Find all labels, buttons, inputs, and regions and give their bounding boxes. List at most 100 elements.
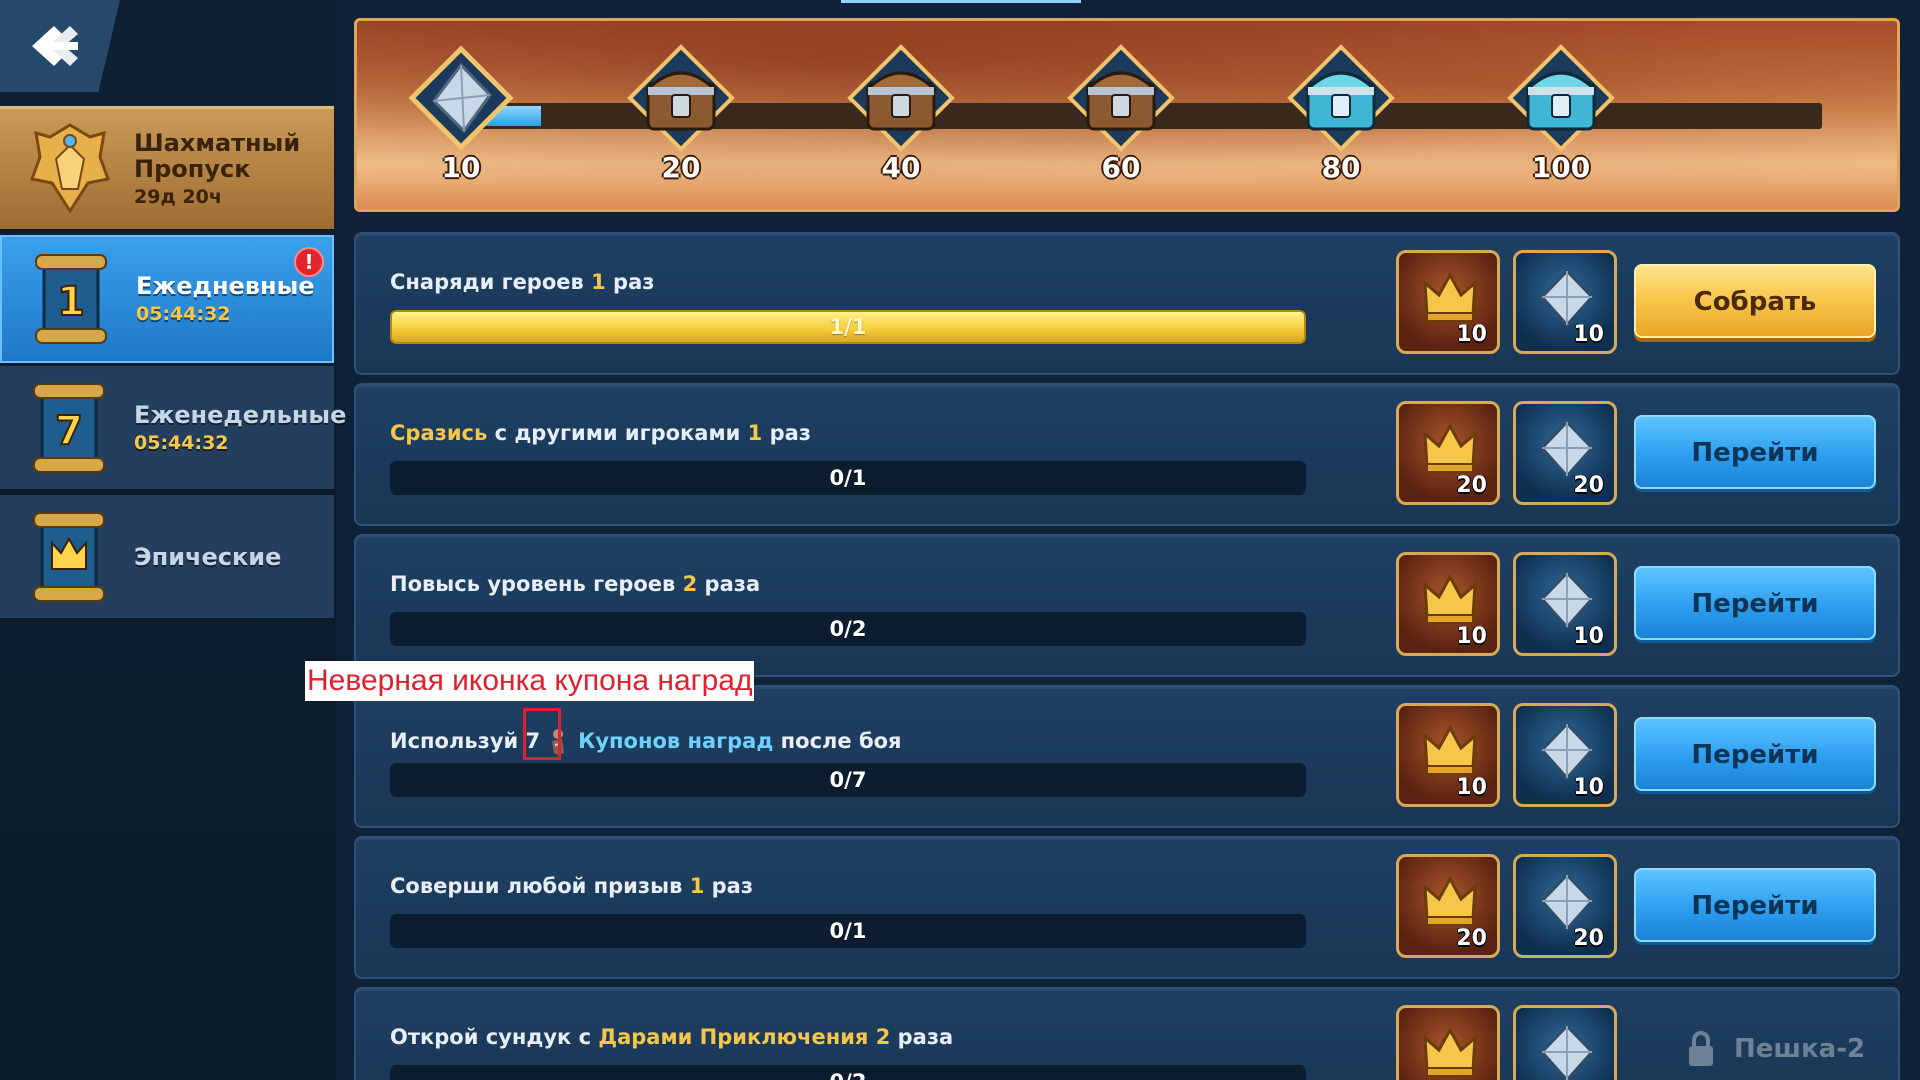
quest-progress-bar: 0/1 — [390, 914, 1306, 948]
go-button[interactable]: Перейти — [1634, 566, 1876, 640]
milestone[interactable]: 10 — [401, 43, 521, 209]
reward-amount: 10 — [1573, 624, 1604, 649]
blue-chest-icon — [1507, 44, 1615, 152]
reward-amount: 20 — [1573, 473, 1604, 498]
reward-crystal[interactable] — [1513, 1005, 1617, 1080]
quest-highlight: Сразись — [390, 421, 488, 445]
quest-description: Открой сундук с Дарами Приключения 2 раз… — [390, 1025, 953, 1049]
chest-icon — [1067, 44, 1175, 152]
reward-gold[interactable]: 10 — [1396, 250, 1500, 354]
quest-text: раза — [697, 572, 761, 596]
milestone[interactable]: 80 — [1281, 43, 1401, 209]
sidebar-item-title: Эпические — [134, 542, 282, 571]
reward-gold[interactable]: 10 — [1396, 703, 1500, 807]
sidebar-item-timer: 29д 20ч — [134, 186, 222, 208]
sidebar-item-daily[interactable]: 1 Ежедневные 05:44:32 ! — [0, 235, 334, 363]
milestone-level: 10 — [441, 151, 481, 184]
back-button[interactable] — [0, 0, 120, 92]
quest-progress-bar: 0/2 — [390, 1065, 1306, 1080]
milestone[interactable]: 20 — [621, 43, 741, 209]
sidebar-item-timer: 05:44:32 — [136, 303, 231, 325]
locked-label: Пешка-2 — [1734, 1034, 1866, 1064]
locked-requirement: Пешка-2 — [1686, 1029, 1865, 1069]
milestone[interactable]: 100 — [1501, 43, 1621, 209]
quest-text: Используй — [390, 729, 526, 753]
milestone-level: 20 — [661, 151, 701, 184]
back-arrow-icon — [32, 26, 78, 66]
quest-progress-text: 0/2 — [390, 1065, 1306, 1080]
quest-progress-text: 0/2 — [829, 617, 867, 641]
crown-token-icon — [1423, 1026, 1477, 1077]
annotation-highlight-box — [523, 708, 561, 760]
blue-chest-icon — [1287, 44, 1395, 152]
quest-text: раз — [762, 421, 811, 445]
svg-text:7: 7 — [55, 408, 83, 454]
quest-card: Используй 7 Купонов наград после боя 0/7… — [354, 685, 1900, 828]
reward-gold[interactable]: 20 — [1396, 854, 1500, 958]
sidebar-item-weekly[interactable]: 7 Еженедельные 05:44:32 — [0, 366, 346, 491]
sidebar-item-title: Пропуск — [134, 155, 251, 183]
quest-text: после боя — [773, 729, 902, 753]
quest-description: Повысь уровень героев 2 раза — [390, 572, 760, 596]
quest-text: Открой сундук с — [390, 1025, 599, 1049]
alert-badge: ! — [294, 247, 324, 277]
reward-amount: 10 — [1573, 775, 1604, 800]
reward-crystal[interactable]: 10 — [1513, 250, 1617, 354]
crystal-icon — [1539, 1023, 1595, 1080]
quest-description: Снаряди героев 1 раз — [390, 270, 654, 294]
daily-scroll-icon: 1 — [30, 249, 114, 349]
quest-card: Повысь уровень героев 2 раза 0/2 10 10 П… — [354, 534, 1900, 677]
weekly-scroll-icon: 7 — [28, 378, 112, 478]
reward-amount: 10 — [1456, 322, 1487, 347]
quest-progress-bar: 0/1 — [390, 461, 1306, 495]
milestone[interactable]: 40 — [841, 43, 961, 209]
quest-text: Снаряди героев — [390, 270, 592, 294]
reward-amount: 10 — [1573, 322, 1604, 347]
reward-gold[interactable]: 10 — [1396, 552, 1500, 656]
collect-button[interactable]: Собрать — [1634, 264, 1876, 338]
chest-icon — [847, 44, 955, 152]
quest-count: 1 — [591, 270, 606, 294]
sidebar-item-timer: 05:44:32 — [134, 431, 229, 454]
quest-highlight: Дарами Приключения — [598, 1025, 869, 1049]
quest-progress-bar: 0/2 — [390, 612, 1306, 646]
pass-progress-banner: 10 20 40 60 80 100 — [354, 18, 1900, 212]
reward-gold[interactable] — [1396, 1005, 1500, 1080]
reward-crystal[interactable]: 20 — [1513, 401, 1617, 505]
quest-count: 2 — [875, 1025, 891, 1049]
milestone[interactable]: 60 — [1061, 43, 1181, 209]
sidebar-item-title: Еженедельные — [134, 400, 347, 429]
reward-crystal[interactable]: 10 — [1513, 703, 1617, 807]
quest-progress-text: 0/7 — [829, 768, 867, 792]
quest-progress-bar: 0/7 — [390, 763, 1306, 797]
go-button[interactable]: Перейти — [1634, 415, 1876, 489]
reward-coupon-link[interactable]: Купонов наград — [578, 729, 773, 753]
reward-crystal[interactable]: 20 — [1513, 854, 1617, 958]
quest-text: с другими игроками — [487, 421, 748, 445]
sidebar-item-epic[interactable]: Эпические — [0, 495, 334, 620]
pass-emblem-icon — [28, 119, 112, 219]
quest-text: раза — [890, 1025, 954, 1049]
reward-amount: 10 — [1456, 775, 1487, 800]
quest-card: Снаряди героев 1 раз 1/1 10 10 Собрать — [354, 232, 1900, 375]
reward-amount: 20 — [1456, 473, 1487, 498]
go-button[interactable]: Перейти — [1634, 717, 1876, 791]
quest-text: раз — [605, 270, 655, 294]
sidebar-item-chess-pass[interactable]: Шахматный Пропуск 29д 20ч — [0, 106, 334, 231]
go-button[interactable]: Перейти — [1634, 868, 1876, 942]
quest-progress-text: 0/1 — [829, 919, 867, 943]
top-indicator — [841, 0, 1081, 3]
lock-icon — [1689, 1031, 1713, 1066]
quest-progress-text: 0/1 — [829, 466, 867, 490]
quest-count: 1 — [689, 874, 705, 898]
quest-count: 2 — [682, 572, 698, 596]
milestone-level: 60 — [1101, 151, 1141, 184]
sidebar-item-title: Ежедневные — [136, 272, 315, 300]
reward-crystal[interactable]: 10 — [1513, 552, 1617, 656]
sidebar: Шахматный Пропуск 29д 20ч 1 Ежедневные 0… — [0, 0, 346, 1080]
quest-description: Соверши любой призыв 1 раз — [390, 874, 753, 898]
svg-text:1: 1 — [57, 279, 85, 325]
reward-gold[interactable]: 20 — [1396, 401, 1500, 505]
milestone-level: 100 — [1531, 151, 1591, 184]
annotation-label: Неверная иконка купона наград — [305, 661, 755, 701]
